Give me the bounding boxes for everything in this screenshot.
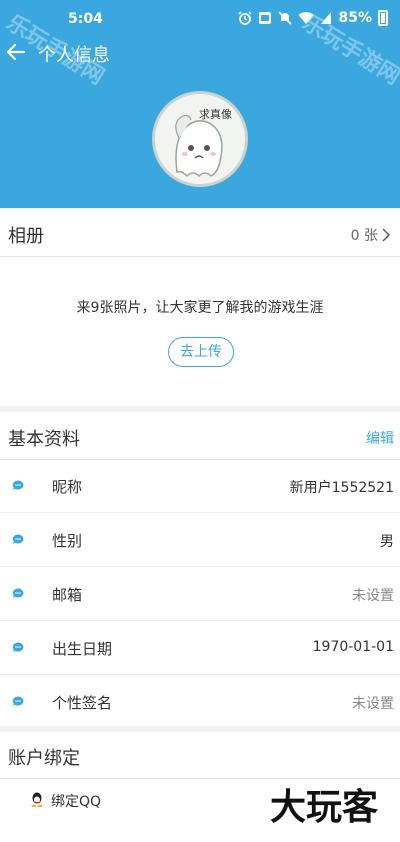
title-bar: 个人信息 (0, 40, 400, 66)
row-value: 新用户1552521 (289, 480, 394, 496)
page-title: 个人信息 (38, 45, 110, 66)
album-header[interactable]: 相册 0 张 (0, 209, 400, 257)
album-section: 相册 0 张 来9张照片，让大家更了解我的游戏生涯 (0, 209, 400, 406)
chat-bubble-icon (12, 534, 24, 545)
qq-penguin-icon (31, 792, 43, 807)
album-tip: 来9张照片，让大家更了解我的游戏生涯 (76, 300, 324, 316)
chat-bubble-icon (12, 480, 24, 491)
watermark-brand: 大玩客 (270, 786, 379, 828)
basic-info-section: 基本资料 编辑 昵称 新用户1552521 性别 男 邮箱 未设置 出生日期 1… (0, 412, 400, 726)
chevron-right-icon (382, 228, 390, 242)
status-icons: 85% (238, 10, 388, 26)
album-count: 0 张 (350, 228, 378, 244)
basic-info-title: 基本资料 (8, 429, 80, 450)
status-bar: 5:04 85% (0, 0, 400, 40)
volte-icon (259, 12, 272, 24)
row-label: 出生日期 (52, 640, 113, 658)
row-label: 性别 (52, 532, 83, 550)
battery-icon (378, 10, 388, 26)
signal-icon (321, 12, 332, 24)
chat-bubble-icon (12, 588, 24, 599)
row-label: 昵称 (52, 478, 83, 496)
basic-info-header: 基本资料 编辑 (0, 412, 400, 460)
avatar[interactable]: 求真像 (152, 91, 248, 187)
chat-bubble-icon (12, 642, 24, 653)
row-label: 邮箱 (52, 586, 83, 604)
upload-button[interactable]: 去上传 (168, 337, 234, 367)
row-value: 男 (380, 534, 394, 550)
mute-icon (278, 11, 293, 25)
account-binding-header: 账户绑定 (0, 732, 400, 779)
album-title: 相册 (8, 226, 44, 247)
battery-percent: 85% (338, 10, 372, 26)
info-row-email[interactable]: 邮箱 未设置 (0, 567, 400, 621)
alarm-icon (238, 11, 253, 25)
row-value: 未设置 (352, 696, 394, 712)
avatar-caption: 求真像 (199, 108, 232, 121)
info-row-gender[interactable]: 性别 男 (0, 513, 400, 567)
chat-bubble-icon (12, 696, 24, 707)
info-row-nickname[interactable]: 昵称 新用户1552521 (0, 459, 400, 513)
row-value: 未设置 (352, 588, 394, 604)
row-label: 个性签名 (52, 694, 113, 712)
info-row-birthday[interactable]: 出生日期 1970-01-01 (0, 621, 400, 675)
info-row-signature[interactable]: 个性签名 未设置 (0, 675, 400, 729)
wifi-icon (298, 12, 314, 24)
status-time: 5:04 (68, 11, 103, 27)
account-binding-title: 账户绑定 (8, 748, 80, 769)
profile-header: 5:04 85% 个人信息 求真像 (0, 0, 400, 208)
bind-qq-label: 绑定QQ (51, 794, 102, 810)
edit-button[interactable]: 编辑 (366, 428, 394, 448)
row-value: 1970-01-01 (312, 639, 394, 655)
album-count-wrap: 0 张 (351, 225, 390, 245)
back-arrow-icon[interactable] (6, 40, 26, 64)
